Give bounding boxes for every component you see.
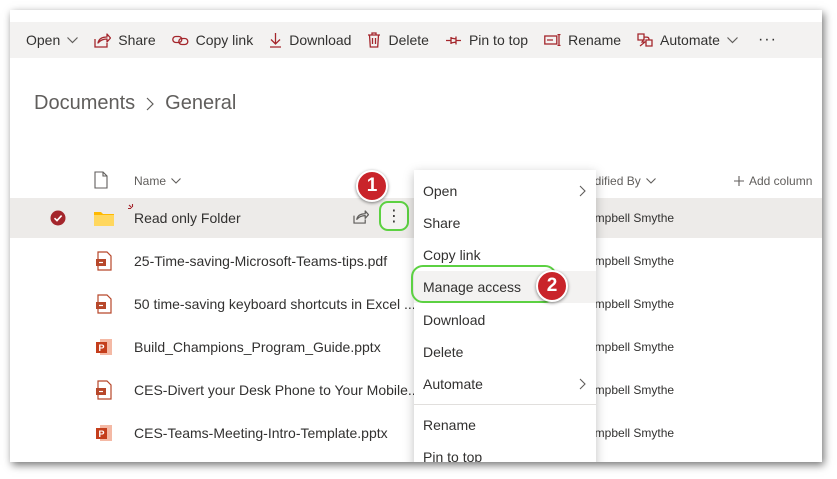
share-button[interactable]: Share: [86, 22, 163, 58]
pin-to-top-label: Pin to top: [468, 32, 529, 48]
menu-item-manage-access[interactable]: Manage access: [414, 271, 596, 303]
pdf-file-icon: [96, 380, 112, 400]
menu-item-pin-to-top[interactable]: Pin to top: [414, 441, 596, 462]
menu-item-rename[interactable]: Rename: [414, 409, 596, 441]
menu-item-open[interactable]: Open: [414, 175, 596, 207]
modified-by: ampbell Smythe: [588, 426, 675, 440]
more-vertical-icon: ⋮: [386, 208, 402, 225]
rename-icon: [544, 34, 561, 46]
menu-item-label: Download: [423, 312, 486, 328]
sharepoint-window: Open Share Copy link Download Delete Pin…: [10, 10, 822, 462]
menu-item-delete[interactable]: Delete: [414, 336, 596, 368]
step-2-label: 2: [546, 275, 558, 296]
modified-by: ampbell Smythe: [588, 340, 675, 354]
chevron-right-icon: [579, 378, 586, 390]
modified-by: ampbell Smythe: [588, 297, 675, 311]
menu-item-label: Open: [423, 183, 458, 199]
chevron-down-icon: [67, 36, 79, 43]
open-button[interactable]: Open: [10, 22, 86, 58]
modified-by: ampbell Smythe: [588, 383, 675, 397]
delete-label: Delete: [388, 32, 429, 48]
file-name[interactable]: Build_Champions_Program_Guide.pptx: [134, 339, 381, 355]
modified-by: ampbell Smythe: [588, 254, 675, 268]
link-icon: [171, 35, 189, 45]
chevron-right-icon: [146, 97, 155, 111]
chevron-down-icon: [727, 36, 738, 43]
file-type-icon: [94, 171, 108, 189]
automate-label: Automate: [660, 32, 720, 48]
file-name[interactable]: CES-Teams-Meeting-Intro-Template.pptx: [134, 425, 388, 441]
step-2-badge: 2: [536, 270, 568, 302]
share-label: Share: [118, 32, 156, 48]
more-commands-button[interactable]: ···: [746, 22, 785, 58]
breadcrumb-general: General: [165, 92, 237, 114]
breadcrumb: Documents General: [34, 92, 236, 115]
step-1-badge: 1: [356, 170, 388, 202]
powerpoint-file-icon: P: [96, 425, 112, 441]
automate-button[interactable]: Automate: [629, 22, 746, 58]
menu-item-label: Share: [423, 215, 461, 231]
name-header-label: Name: [134, 174, 167, 188]
copy-link-button[interactable]: Copy link: [164, 22, 262, 58]
breadcrumb-documents[interactable]: Documents: [34, 92, 135, 115]
open-label: Open: [26, 32, 61, 48]
trash-icon: [368, 32, 381, 48]
chevron-down-icon: [645, 178, 656, 184]
svg-text:P: P: [99, 343, 105, 353]
share-icon[interactable]: [353, 210, 369, 224]
file-name[interactable]: 25-Time-saving-Microsoft-Teams-tips.pdf: [134, 253, 387, 269]
menu-item-download[interactable]: Download: [414, 304, 596, 336]
copy-link-label: Copy link: [195, 32, 254, 48]
chevron-right-icon: [579, 185, 586, 197]
menu-divider: [414, 404, 596, 405]
menu-item-automate[interactable]: Automate: [414, 368, 596, 400]
share-icon: [94, 32, 112, 48]
menu-item-label: Automate: [423, 376, 483, 392]
menu-item-label: Copy link: [423, 247, 481, 263]
menu-item-copy-link[interactable]: Copy link: [414, 239, 596, 271]
menu-item-label: Manage access: [423, 279, 522, 295]
checkmark-icon[interactable]: [50, 210, 66, 226]
modified-by-column-header[interactable]: odified By: [588, 174, 656, 188]
add-column-label: Add column: [749, 174, 813, 188]
plus-icon: [734, 176, 744, 186]
powerpoint-file-icon: P: [96, 339, 112, 355]
step-1-label: 1: [366, 175, 378, 196]
menu-item-label: Pin to top: [423, 449, 483, 462]
chevron-down-icon: [171, 178, 181, 184]
rename-label: Rename: [568, 32, 622, 48]
menu-item-label: Rename: [423, 417, 476, 433]
modified-by: ampbell Smythe: [588, 211, 675, 225]
download-label: Download: [289, 32, 352, 48]
add-column-button[interactable]: Add column: [734, 174, 812, 188]
svg-text:P: P: [99, 429, 105, 439]
pdf-file-icon: [96, 251, 112, 271]
file-name[interactable]: 50 time-saving keyboard shortcuts in Exc…: [134, 296, 416, 312]
delete-button[interactable]: Delete: [359, 22, 436, 58]
pin-to-top-button[interactable]: Pin to top: [437, 22, 536, 58]
more-commands-label: ···: [757, 31, 777, 48]
folder-icon: [94, 212, 114, 226]
command-bar: Open Share Copy link Download Delete Pin…: [10, 22, 822, 58]
pdf-file-icon: [96, 294, 112, 314]
file-name[interactable]: CES-Divert your Desk Phone to Your Mobil…: [134, 382, 423, 398]
pin-icon: [445, 36, 461, 44]
automate-icon: [637, 33, 653, 47]
download-icon: [270, 33, 282, 48]
name-column-header[interactable]: Name: [134, 174, 181, 188]
file-type-header[interactable]: [94, 171, 108, 189]
show-actions-button[interactable]: ⋮: [379, 201, 409, 231]
download-button[interactable]: Download: [261, 22, 359, 58]
menu-item-label: Delete: [423, 344, 464, 360]
rename-button[interactable]: Rename: [536, 22, 629, 58]
file-name[interactable]: Read only Folder: [134, 210, 241, 226]
menu-item-share[interactable]: Share: [414, 207, 596, 239]
context-menu: Open Share Copy link Manage access Downl…: [414, 170, 596, 462]
